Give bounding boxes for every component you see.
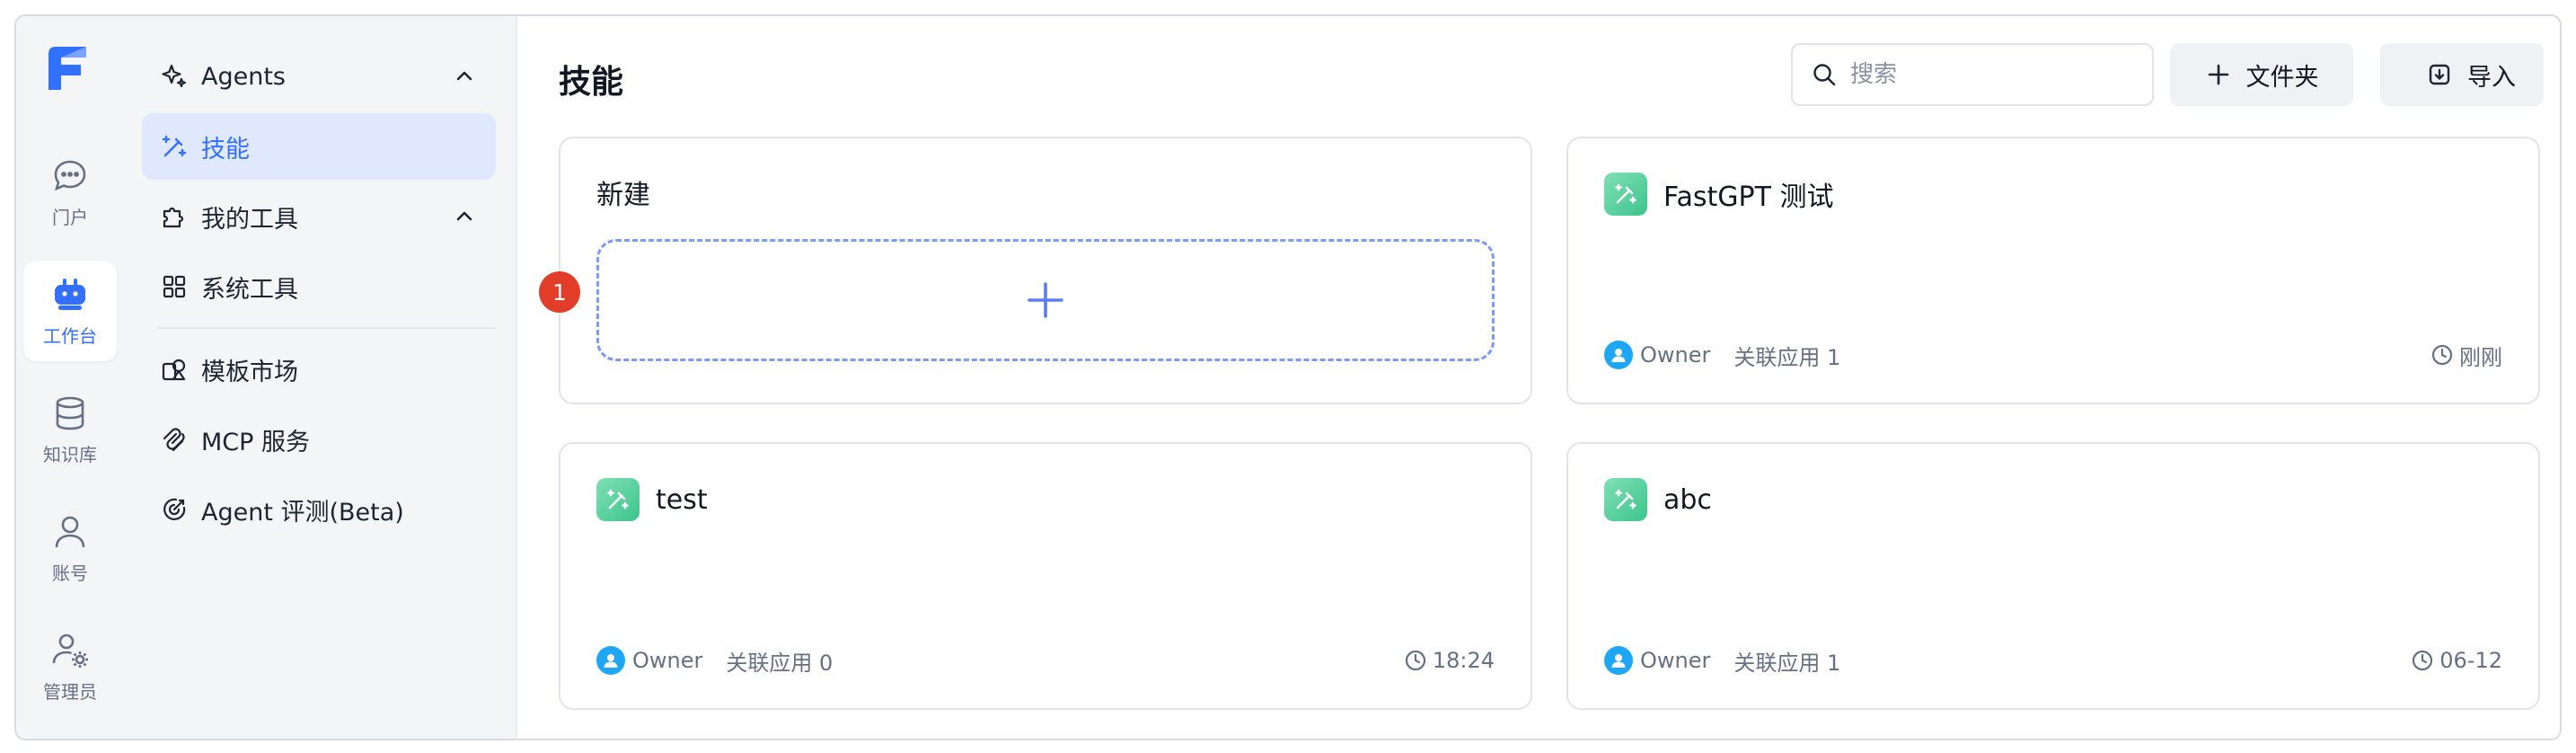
sidebar-item-template-market[interactable]: 模板市场 (142, 336, 496, 403)
sidebar-group-label: Agents (201, 62, 286, 91)
skill-card-title: FastGPT 测试 (1604, 173, 1833, 216)
import-icon (2429, 64, 2450, 85)
updated-time-text: 刚刚 (2459, 344, 2502, 370)
rail-item-portal[interactable]: 门户 (23, 142, 117, 243)
sidebar-item-skills[interactable]: 技能 (142, 113, 496, 180)
skill-card[interactable]: FastGPT 测试 Owner 关联应用 1 刚刚 (1566, 137, 2540, 404)
nav-rail: 门户 工作台 知识库 账号 管理员 (16, 16, 124, 739)
rail-item-knowledge[interactable]: 知识库 (23, 379, 117, 480)
rail-item-account[interactable]: 账号 (23, 498, 117, 598)
owner-avatar-icon (1604, 341, 1633, 369)
rail-label: 门户 (52, 206, 88, 228)
sidebar-item-mcp[interactable]: MCP 服务 (142, 406, 496, 473)
rail-item-admin[interactable]: 管理员 (23, 616, 117, 717)
sidebar: Agents 技能 我的工具 系统工具 模板市场 MCP 服务 Agent 评测… (124, 16, 517, 739)
app-logo-icon[interactable] (41, 41, 95, 95)
owner-avatar-icon (1604, 646, 1633, 675)
owner-avatar-icon (596, 646, 625, 675)
magic-wand-icon (160, 132, 189, 161)
rail-item-workbench[interactable]: 工作台 (23, 261, 117, 361)
skill-card-title-text: abc (1663, 483, 1712, 516)
skill-card[interactable]: test Owner 关联应用 0 18:24 (559, 442, 1532, 710)
sidebar-item-system-tools[interactable]: 系统工具 (142, 253, 496, 320)
sidebar-item-label: 模板市场 (201, 358, 298, 386)
import-button-label: 导入 (2467, 63, 2516, 91)
sidebar-group-label: 我的工具 (201, 205, 298, 234)
sidebar-group-my-tools[interactable]: 我的工具 (142, 183, 496, 250)
owner-label: Owner (1640, 342, 1711, 368)
rail-label: 账号 (52, 562, 88, 584)
skill-card-title: abc (1604, 478, 1712, 521)
search-icon (1813, 64, 1836, 86)
plus-icon (1028, 282, 1063, 318)
plus-icon (2208, 64, 2228, 85)
sidebar-divider (156, 327, 496, 329)
app-window: 门户 工作台 知识库 账号 管理员 Agents 技能 我的工具 系统工具 模板… (14, 14, 2562, 740)
sidebar-item-label: 系统工具 (201, 275, 298, 304)
search-input[interactable] (1850, 61, 2138, 88)
grid-icon (160, 272, 189, 301)
skill-wand-icon (596, 478, 640, 521)
clock-icon (2413, 650, 2433, 671)
linked-apps-count: 关联应用 0 (726, 650, 834, 676)
sidebar-item-label: Agent 评测(Beta) (201, 498, 404, 527)
updated-time: 刚刚 (2430, 340, 2502, 371)
mcp-icon (160, 425, 189, 454)
sidebar-item-label: 技能 (201, 135, 250, 164)
skill-card-title: test (596, 478, 708, 521)
skill-card-footer: Owner 关联应用 1 06-12 (1604, 645, 2502, 676)
sidebar-group-agents[interactable]: Agents (142, 43, 496, 110)
robot-icon (55, 278, 85, 310)
skill-card-title-text: FastGPT 测试 (1663, 182, 1834, 213)
puzzle-icon (160, 202, 189, 231)
sidebar-item-label: MCP 服务 (201, 428, 311, 456)
chat-bubble-icon (54, 160, 86, 190)
skill-card[interactable]: abc Owner 关联应用 1 06-12 (1566, 442, 2540, 710)
skill-card-title-text: test (656, 483, 708, 516)
user-gear-icon (52, 633, 88, 668)
skill-wand-icon (1604, 173, 1647, 216)
new-card-title: 新建 (596, 180, 650, 211)
linked-apps-count: 关联应用 1 (1734, 344, 1841, 370)
search-box[interactable] (1791, 43, 2154, 106)
folder-button-label: 文件夹 (2245, 63, 2319, 91)
target-icon (160, 495, 189, 524)
user-icon (55, 516, 85, 547)
chevron-up-icon[interactable] (453, 65, 476, 88)
shapes-icon (160, 355, 189, 384)
database-icon (56, 396, 84, 430)
import-button[interactable]: 导入 (2380, 43, 2544, 106)
sparkle-icon (160, 62, 189, 91)
skill-card-footer: Owner 关联应用 1 刚刚 (1604, 340, 2502, 370)
step-badge-1: 1 (539, 271, 580, 313)
rail-label: 工作台 (43, 324, 97, 347)
updated-time-text: 06-12 (2439, 648, 2502, 673)
new-skill-card: 新建 (559, 137, 1532, 404)
page-title: 技能 (559, 64, 624, 101)
rail-label: 知识库 (43, 443, 97, 465)
sidebar-item-agent-eval[interactable]: Agent 评测(Beta) (142, 476, 496, 543)
skill-wand-icon (1604, 478, 1647, 521)
rail-label: 管理员 (43, 680, 97, 703)
skill-card-footer: Owner 关联应用 0 18:24 (596, 645, 1495, 676)
chevron-up-icon[interactable] (453, 205, 476, 228)
updated-time: 18:24 (1404, 648, 1495, 673)
clock-icon (1405, 650, 1425, 671)
linked-apps-count: 关联应用 1 (1734, 650, 1841, 676)
updated-time-text: 18:24 (1432, 648, 1495, 673)
main-content: 技能 文件夹 2 导入 新建 (517, 16, 2560, 739)
create-skill-button[interactable] (596, 239, 1495, 361)
updated-time: 06-12 (2411, 648, 2502, 673)
add-folder-button[interactable]: 文件夹 (2170, 43, 2353, 106)
clock-icon (2431, 344, 2453, 366)
owner-label: Owner (632, 648, 703, 673)
owner-label: Owner (1640, 648, 1711, 673)
